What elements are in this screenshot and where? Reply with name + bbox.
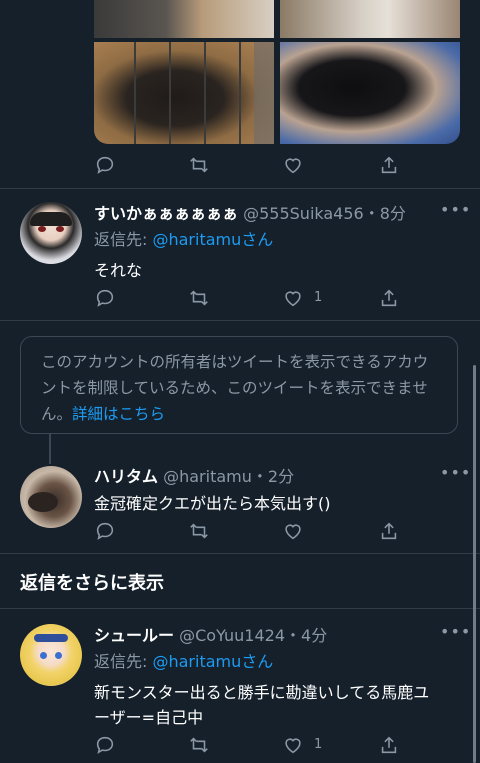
thread-connector xyxy=(49,434,51,464)
like-count: 1 xyxy=(314,737,323,752)
reply-icon xyxy=(96,736,114,754)
share-icon xyxy=(381,736,397,754)
reply-icon xyxy=(96,289,114,307)
heart-icon xyxy=(285,291,301,307)
reply-button[interactable] xyxy=(94,520,116,542)
tweet-header: ハリタム @haritamu・2分 xyxy=(94,463,294,487)
like-button[interactable] xyxy=(282,520,304,542)
reply-to-link[interactable]: @haritamu xyxy=(152,230,241,249)
user-handle[interactable]: @haritamu xyxy=(163,467,252,486)
timestamp[interactable]: 4分 xyxy=(301,626,327,645)
more-options-icon[interactable]: ••• xyxy=(440,622,471,641)
retweet-button[interactable] xyxy=(188,154,210,176)
tweet-header: すいかぁぁぁぁぁぁ @555Suika456・8分 xyxy=(94,200,406,224)
display-name[interactable]: シュールー xyxy=(94,626,174,645)
reply-button[interactable] xyxy=(94,154,116,176)
tweet-text-line-1: 新モンスター出ると勝手に勘違いしてる馬鹿ユ xyxy=(94,683,430,702)
user-handle[interactable]: @555Suika456 xyxy=(243,204,364,223)
notice-body: このアカウントの所有者はツイートを表示できるアカウントを制限しているため、このツ… xyxy=(41,349,441,427)
share-button[interactable] xyxy=(378,734,400,756)
tweet-header: シュールー @CoYuu1424・4分 xyxy=(94,622,327,646)
share-button[interactable] xyxy=(378,154,400,176)
retweet-button[interactable] xyxy=(188,520,210,542)
tweet-text-line-2: ーザー=自己中 xyxy=(94,708,204,727)
reply-context: 返信先: @haritamuさん xyxy=(94,648,273,672)
timestamp[interactable]: 8分 xyxy=(380,204,406,223)
like-count: 1 xyxy=(314,290,323,305)
photo-bottom-right[interactable] xyxy=(280,42,460,144)
reply-suffix: さん xyxy=(241,230,274,249)
reply-icon xyxy=(96,156,114,174)
separator-dot: ・ xyxy=(251,467,268,486)
reply-suffix: さん xyxy=(241,652,274,671)
reply-prefix: 返信先: xyxy=(94,230,153,249)
like-button[interactable] xyxy=(282,154,304,176)
heart-icon xyxy=(285,738,301,754)
scrollbar[interactable] xyxy=(473,365,476,763)
reply-prefix: 返信先: xyxy=(94,652,153,671)
share-icon xyxy=(381,289,397,307)
display-name[interactable]: すいかぁぁぁぁぁぁ xyxy=(94,204,238,223)
tweet-text: 金冠確定クエが出たら本気出す() xyxy=(94,494,331,513)
share-button[interactable] xyxy=(378,287,400,309)
retweet-icon xyxy=(190,737,208,753)
divider xyxy=(0,188,480,189)
divider xyxy=(0,553,480,554)
avatar[interactable] xyxy=(20,202,82,264)
timestamp[interactable]: 2分 xyxy=(268,467,294,486)
show-more-replies-button[interactable]: 返信をさらに表示 xyxy=(20,569,164,595)
retweet-icon xyxy=(190,157,208,173)
reply-button[interactable] xyxy=(94,734,116,756)
reply-icon xyxy=(96,522,114,540)
separator-dot: ・ xyxy=(363,204,380,223)
like-button[interactable] xyxy=(282,287,304,309)
heart-icon xyxy=(285,524,301,540)
more-options-icon[interactable]: ••• xyxy=(440,463,471,482)
restricted-tweet-notice: このアカウントの所有者はツイートを表示できるアカウントを制限しているため、このツ… xyxy=(20,336,458,434)
like-button[interactable] xyxy=(282,734,304,756)
share-icon xyxy=(381,522,397,540)
tweet-text: それな xyxy=(94,261,143,280)
retweet-button[interactable] xyxy=(188,734,210,756)
heart-icon xyxy=(285,158,301,174)
more-options-icon[interactable]: ••• xyxy=(440,200,471,219)
avatar[interactable] xyxy=(20,466,82,528)
retweet-icon xyxy=(190,523,208,539)
photo-top-right[interactable] xyxy=(280,0,460,38)
avatar[interactable] xyxy=(20,624,82,686)
reply-to-link[interactable]: @haritamu xyxy=(152,652,241,671)
learn-more-link[interactable]: 詳細はこちら xyxy=(72,405,165,423)
divider xyxy=(0,320,480,321)
user-handle[interactable]: @CoYuu1424 xyxy=(179,626,285,645)
retweet-icon xyxy=(190,290,208,306)
photo-top-left[interactable] xyxy=(94,0,274,38)
divider xyxy=(0,608,480,609)
reply-context: 返信先: @haritamuさん xyxy=(94,226,273,250)
share-icon xyxy=(381,156,397,174)
display-name[interactable]: ハリタム xyxy=(94,467,158,486)
share-button[interactable] xyxy=(378,520,400,542)
photo-bottom-left[interactable] xyxy=(94,42,274,144)
reply-button[interactable] xyxy=(94,287,116,309)
separator-dot: ・ xyxy=(285,626,302,645)
retweet-button[interactable] xyxy=(188,287,210,309)
